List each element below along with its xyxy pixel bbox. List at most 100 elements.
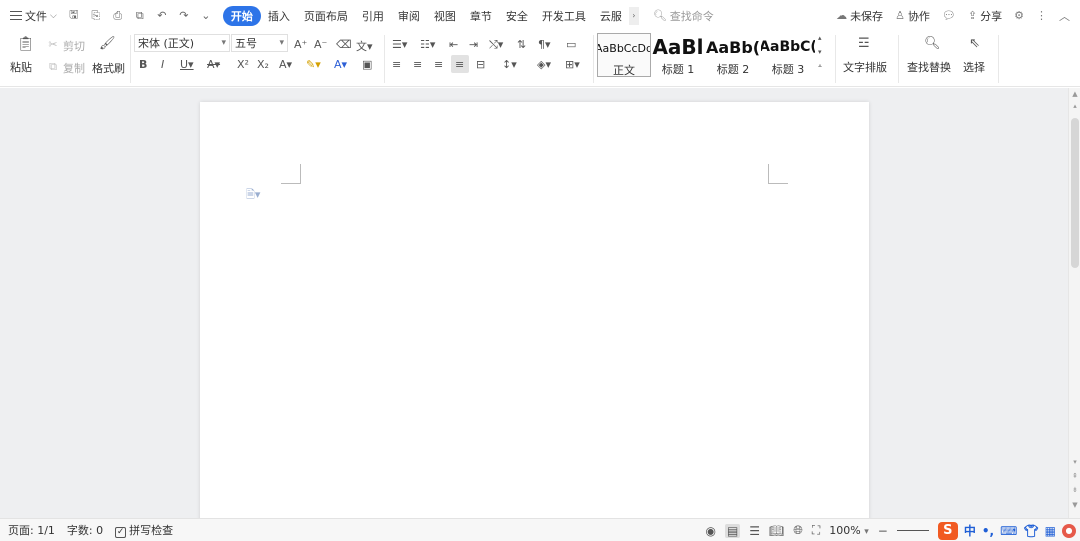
tab-security[interactable]: 安全 [499,6,535,26]
increase-indent-icon[interactable]: ⇥ [469,38,478,51]
shrink-font-icon[interactable]: A⁻ [314,38,327,51]
copy-button[interactable]: 复制 [63,60,85,76]
next-page-icon[interactable]: ⇟ [1069,486,1080,494]
tab-chapter[interactable]: 章节 [463,6,499,26]
paste-icon[interactable]: 📋︎ [17,36,35,52]
phonetic-guide-icon[interactable]: 文▾ [356,38,373,54]
style-heading-2[interactable]: AaBb( 标题 2 [706,33,760,77]
word-count[interactable]: 字数: 0 [67,522,103,538]
command-search[interactable]: 🔍︎ 查找命令 [653,8,714,24]
tab-page-layout[interactable]: 页面布局 [297,6,355,26]
undo-icon[interactable]: ↶ [155,9,169,22]
bullet-list-icon[interactable]: ☰▾ [392,38,407,51]
style-normal[interactable]: AaBbCcDd 正文 [597,33,651,77]
scroll-up-icon[interactable]: ▴ [1069,102,1080,110]
shading-icon[interactable]: ◈▾ [537,58,551,71]
decrease-indent-icon[interactable]: ⇤ [449,38,458,51]
char-border-icon[interactable]: ▣ [362,58,372,71]
outline-view-icon[interactable]: ☰ [749,524,760,538]
tabs-more-chevron-icon[interactable]: › [628,6,639,25]
highlight-icon[interactable]: ✎▾ [306,58,321,71]
align-right-icon[interactable]: ≡ [434,58,443,71]
chinese-layout-icon[interactable]: ⤭▾ [489,38,503,52]
line-spacing-icon[interactable]: ↕▾ [502,58,517,71]
collaborate-button[interactable]: ♙ 协作 [895,8,930,24]
styles-scroll-down-icon[interactable]: ▾ [818,48,822,56]
superscript-icon[interactable]: X² [237,58,249,71]
web-view-icon[interactable]: 🌐︎ [793,523,803,538]
grow-font-icon[interactable]: A⁺ [294,38,307,51]
italic-icon[interactable]: I [161,58,164,71]
style-heading-3[interactable]: AaBbC( 标题 3 [761,33,815,77]
vertical-scrollbar[interactable]: ▲ ▴ ▾ ⇞ ⇟ ▼ [1068,88,1080,518]
ime-skin-icon[interactable]: 👕︎ [1023,524,1038,538]
zoom-out-icon[interactable]: − [878,524,888,538]
ime-avatar-icon[interactable]: ● [1062,523,1076,538]
page-indicator[interactable]: 页面: 1/1 [8,522,55,538]
redo-icon[interactable]: ↷ [177,9,191,22]
comment-icon[interactable]: 💬︎ [942,9,956,22]
text-layout-icon[interactable]: ☲ [858,36,870,51]
find-replace-icon[interactable]: 🔍︎ [924,36,941,51]
ime-punctuation-icon[interactable]: •, [982,524,994,538]
unsaved-status[interactable]: ☁ 未保存 [836,8,883,24]
tab-developer[interactable]: 开发工具 [535,6,593,26]
ime-toolbox-icon[interactable]: ▦ [1045,524,1056,538]
scrollbar-thumb[interactable] [1071,118,1079,268]
style-heading-1[interactable]: AaBl 标题 1 [651,33,705,77]
text-layout-button[interactable]: 文字排版 [843,59,887,75]
scroll-bottom-icon[interactable]: ▼ [1069,501,1080,509]
clear-format-icon[interactable]: ⌫ [336,38,352,51]
print-icon[interactable]: ⎙ [111,9,125,23]
settings-gear-icon[interactable]: ⚙ [1014,9,1024,22]
underline-icon[interactable]: U▾ [180,58,194,71]
share-button[interactable]: ⇪ 分享 [968,8,1002,24]
collapse-ribbon-icon[interactable]: ︿ [1059,8,1070,24]
find-replace-button[interactable]: 查找替换 [907,59,951,75]
paste-button[interactable]: 粘贴 [10,59,32,75]
show-marks-icon[interactable]: ¶▾ [538,38,551,51]
numbered-list-icon[interactable]: ☷▾ [420,38,435,51]
spell-check-toggle[interactable]: ✓ 拼写检查 [115,522,173,538]
page-view-icon[interactable]: ▤ [724,523,741,538]
reading-view-icon[interactable]: 📖︎ [769,524,784,538]
align-justify-icon[interactable]: ≡ [455,58,464,71]
scroll-top-icon[interactable]: ▲ [1069,90,1080,98]
strikethrough-icon[interactable]: A▾ [207,58,220,71]
font-name-select[interactable]: 宋体 (正文) ▾ [134,34,230,52]
styles-expand-icon[interactable]: ⩡ [818,62,822,71]
format-painter-icon[interactable]: 🖌︎ [99,36,116,51]
select-cursor-icon[interactable]: ⇖ [969,36,980,51]
fit-page-icon[interactable]: ⛶ [812,523,820,538]
distribute-icon[interactable]: ⊟ [476,58,485,71]
customize-chevron-icon[interactable]: ⌄ [199,9,213,22]
ime-language-toggle[interactable]: 中 [964,522,976,539]
print-preview-icon[interactable]: ⧉ [133,9,147,23]
bold-icon[interactable]: B [139,58,147,71]
format-painter-button[interactable]: 格式刷 [92,60,125,76]
ime-keyboard-icon[interactable]: ⌨ [1000,524,1017,538]
borders-icon[interactable]: ⊞▾ [565,58,580,71]
more-options-icon[interactable]: ⋮ [1036,9,1047,22]
export-pdf-icon[interactable]: ⎘ [89,9,103,23]
text-effect-icon[interactable]: A▾ [279,58,292,71]
document-page[interactable]: 🗎︎▾ [200,102,869,518]
table-tabs-icon[interactable]: ▭ [566,38,576,51]
styles-scroll-up-icon[interactable]: ▴ [818,34,822,42]
zoom-slider[interactable] [896,530,929,531]
file-menu-button[interactable]: 文件 ⌵ [10,8,57,24]
sort-icon[interactable]: ⇅ [517,38,526,51]
scroll-down-icon[interactable]: ▾ [1069,458,1080,466]
tab-review[interactable]: 审阅 [391,6,427,26]
subscript-icon[interactable]: X₂ [257,58,269,71]
tab-cloud[interactable]: 云服 [593,6,629,26]
font-size-select[interactable]: 五号 ▾ [231,34,288,52]
prev-page-icon[interactable]: ⇞ [1069,472,1080,480]
tab-home[interactable]: 开始 [222,5,261,26]
save-icon[interactable]: 🖫 [67,6,81,25]
cut-button[interactable]: 剪切 [63,38,85,54]
font-color-icon[interactable]: A▾ [334,58,347,71]
align-left-icon[interactable]: ≡ [392,58,401,71]
select-button[interactable]: 选择 [963,59,985,75]
tab-view[interactable]: 视图 [427,6,463,26]
